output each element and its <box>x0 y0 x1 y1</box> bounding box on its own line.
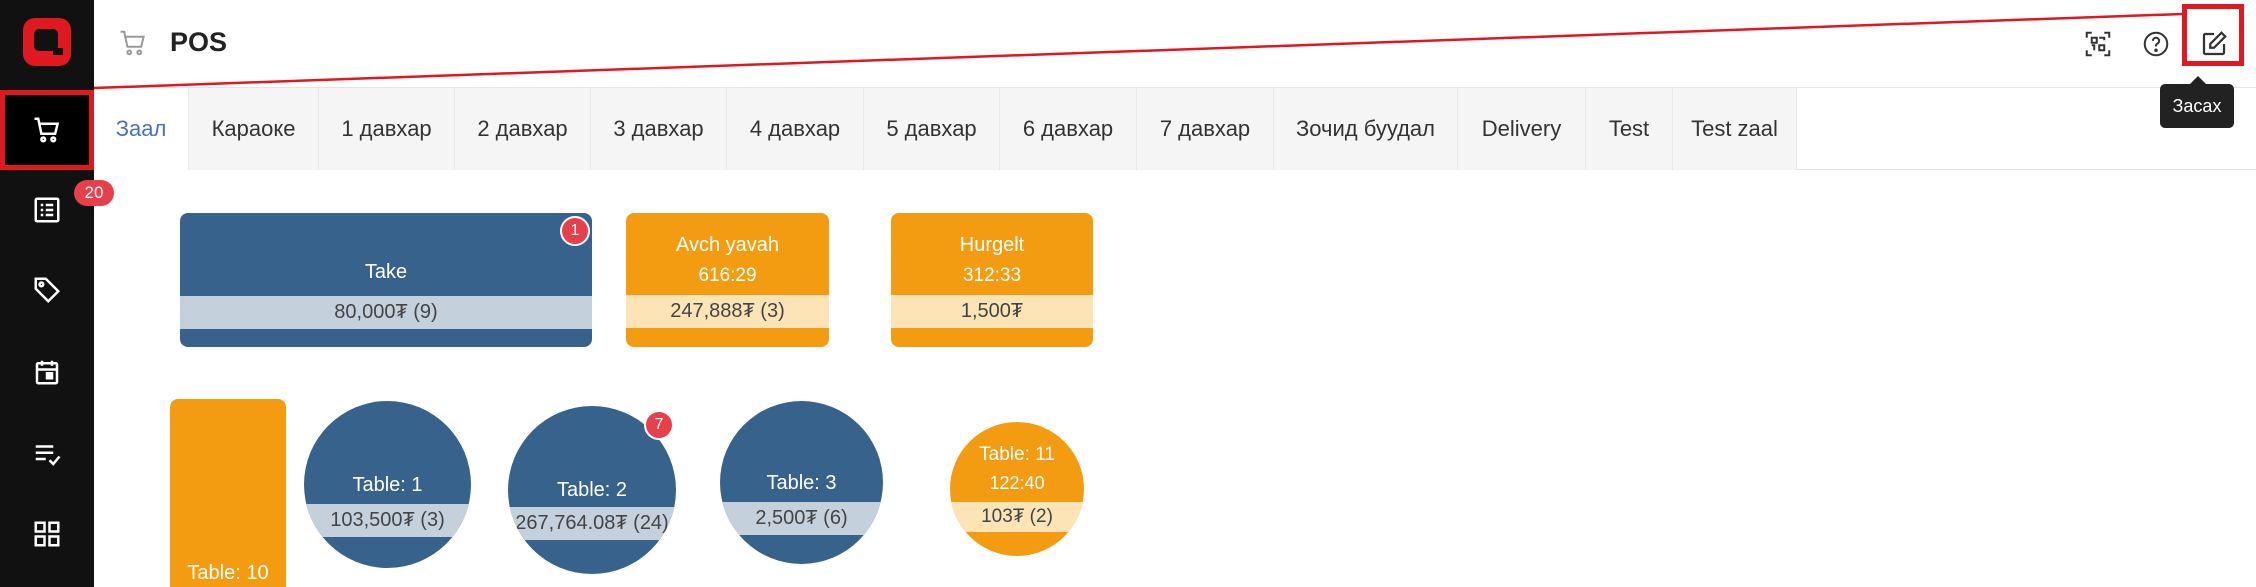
checklist-icon <box>35 445 61 466</box>
cart-icon <box>120 30 145 56</box>
table-time: 616:29 <box>698 265 757 286</box>
tab-floor-3[interactable]: 3 давхар <box>591 88 727 170</box>
table-name: Table: 1 <box>352 474 423 496</box>
order-badge: 7 <box>644 410 674 440</box>
sidebar-item-apps[interactable] <box>0 494 94 574</box>
table-time: 122:40 <box>989 473 1045 493</box>
calendar-icon <box>35 360 59 385</box>
table-take[interactable]: Take 80,000₮ (9) <box>180 213 592 347</box>
tab-test-zaal[interactable]: Test zaal <box>1673 88 1797 170</box>
table-name: Hurgelt <box>959 234 1025 256</box>
tab-floor-2[interactable]: 2 давхар <box>455 88 591 170</box>
order-badge: 1 <box>560 216 590 246</box>
help-icon <box>2143 31 2169 57</box>
table-name: Take <box>364 261 408 283</box>
table-name: Table: 11 <box>979 444 1055 465</box>
tab-floor-7[interactable]: 7 давхар <box>1137 88 1274 170</box>
table-amount: 80,000₮ (9) <box>180 296 592 329</box>
table-amount: 1,500₮ <box>891 295 1093 328</box>
page-title: POS <box>170 27 228 57</box>
floor-tabs: Заал Караоке 1 давхар 2 давхар 3 давхар … <box>94 88 2256 170</box>
table-10[interactable]: Table: 10 <box>170 399 286 587</box>
tab-floor-6[interactable]: 6 давхар <box>1000 88 1137 170</box>
table-11[interactable]: Table: 11 122:40 103₮ (2) <box>950 422 1084 556</box>
table-3[interactable]: Table: 3 2,500₮ (6) <box>720 401 883 564</box>
tab-test[interactable]: Test <box>1586 88 1673 170</box>
qr-scan-icon <box>2085 31 2111 57</box>
table-name: Table: 10 <box>187 562 269 584</box>
logo-icon[interactable] <box>23 18 71 66</box>
pos-app: 20 POS Засах Заал Караоке 1 давхар 2 дав… <box>0 0 2256 587</box>
table-name: Table: 2 <box>556 479 628 501</box>
table-amount: 103₮ (2) <box>950 502 1084 532</box>
sidebar: 20 <box>0 0 114 587</box>
list-icon <box>34 197 60 223</box>
table-time: 312:33 <box>962 265 1022 286</box>
tab-floor-4[interactable]: 4 давхар <box>727 88 864 170</box>
table-hurgelt[interactable]: Hurgelt 312:33 1,500₮ <box>891 213 1093 347</box>
sidebar-item-checklist[interactable] <box>0 414 94 494</box>
tab-floor-1[interactable]: 1 давхар <box>319 88 455 170</box>
tab-floor-5[interactable]: 5 давхар <box>864 88 1000 170</box>
tag-icon <box>34 277 61 304</box>
table-amount: 247,888₮ (3) <box>626 295 829 328</box>
qr-button[interactable] <box>2072 18 2124 70</box>
tab-delivery[interactable]: Delivery <box>1458 88 1586 170</box>
sidebar-item-tags[interactable] <box>0 250 94 330</box>
tab-hotel[interactable]: Зочид буудал <box>1274 88 1458 170</box>
tab-karaoke[interactable]: Караоке <box>189 88 319 170</box>
highlight-box <box>0 90 94 170</box>
sidebar-item-calendar[interactable] <box>0 332 94 412</box>
table-amount: 103,500₮ (3) <box>304 504 471 537</box>
grid-icon <box>34 521 60 547</box>
tab-zaal[interactable]: Заал <box>94 88 189 170</box>
highlight-box <box>2182 4 2244 66</box>
table-name: Table: 3 <box>766 472 837 494</box>
table-amount: 267,764.08₮ (24) <box>508 507 676 540</box>
header: POS <box>94 0 2256 88</box>
help-button[interactable] <box>2130 18 2182 70</box>
table-1[interactable]: Table: 1 103,500₮ (3) <box>304 401 471 568</box>
floor-plan: Take 80,000₮ (9) 1 Avch yavah 616:29 247… <box>94 170 2256 587</box>
table-name: Avch yavah <box>675 234 780 256</box>
table-avch-yavah[interactable]: Avch yavah 616:29 247,888₮ (3) <box>626 213 829 347</box>
table-amount: 2,500₮ (6) <box>720 502 883 535</box>
